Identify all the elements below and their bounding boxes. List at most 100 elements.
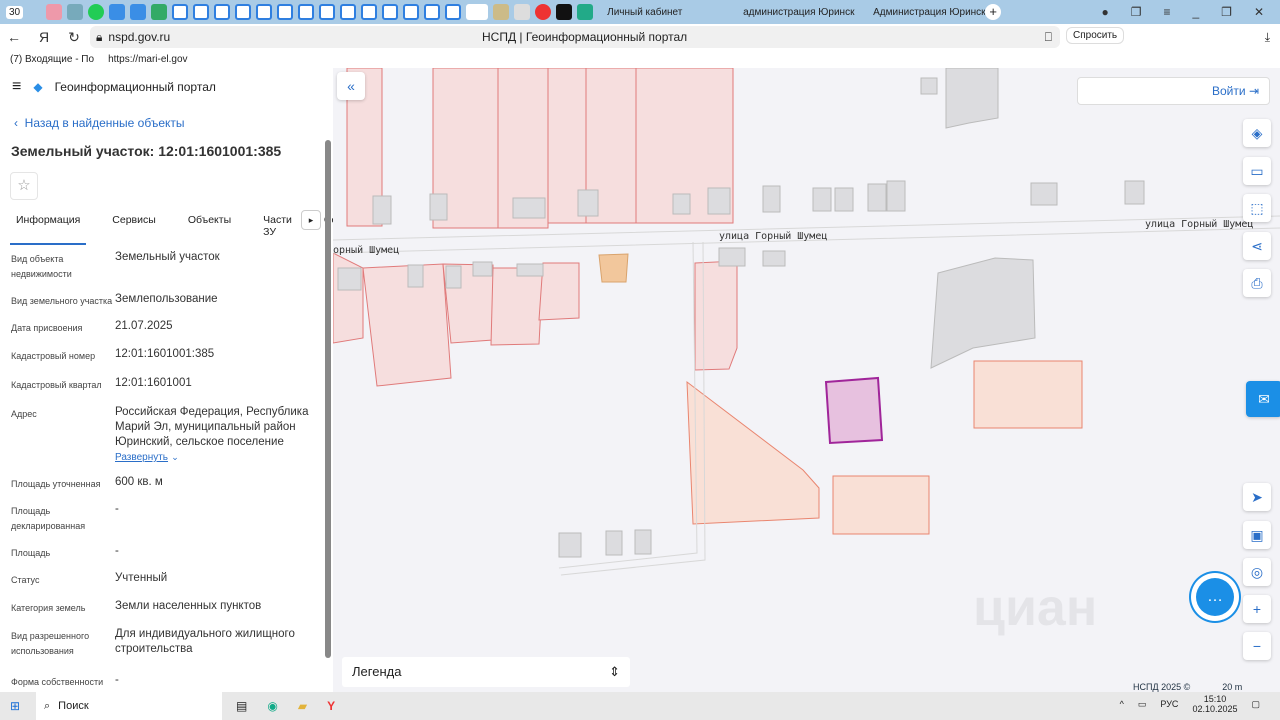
tab-icon[interactable] (66, 4, 83, 20)
tab-info[interactable]: Информация (10, 212, 87, 245)
active-tab-icon[interactable] (465, 4, 488, 20)
tab-admin-1[interactable]: администрация Юринск (725, 0, 855, 24)
mail-tab-icon[interactable] (360, 4, 377, 20)
url-field[interactable]: 🔒︎ nspd.gov.ru НСПД | Геоинформационный по… (90, 26, 1060, 48)
mail-tab-icon[interactable] (402, 4, 419, 20)
chat-button[interactable]: … (1196, 578, 1234, 616)
windows-start-icon[interactable]: ⊞ (10, 699, 20, 713)
mail-tab-icon[interactable] (318, 4, 335, 20)
menu-icon[interactable]: ≡ (1163, 5, 1170, 19)
field-row: Площадь декларированная - (11, 502, 321, 534)
mail-tab-icon[interactable] (213, 4, 230, 20)
network-icon[interactable]: ▭ (1138, 699, 1147, 710)
minimap-button[interactable]: ▣ (1243, 521, 1271, 549)
bookmark-icon[interactable]: ⎕ (1045, 30, 1052, 45)
tab-icon[interactable] (492, 4, 509, 20)
address-value: Российская Федерация, Республика Марий Э… (115, 405, 321, 465)
favorite-star-button[interactable]: ☆ (10, 172, 38, 200)
mail-tab-icon[interactable] (255, 4, 272, 20)
mail-tab-icon[interactable] (381, 4, 398, 20)
tab-icon[interactable] (513, 4, 530, 20)
select-area-button[interactable]: ⬚ (1243, 194, 1271, 222)
share-button[interactable]: ⋖ (1243, 232, 1271, 260)
tab-icon[interactable] (129, 4, 146, 20)
mail-tab-icon[interactable] (444, 4, 461, 20)
new-tab-button[interactable]: + (985, 4, 1002, 20)
back-arrow-icon[interactable]: ← (4, 29, 24, 45)
minimize-button[interactable]: _ (1192, 5, 1199, 19)
tab-admin-2[interactable]: Администрация Юринск (855, 0, 985, 24)
building-orange (598, 253, 629, 283)
download-icon[interactable]: ⤓ (1265, 30, 1270, 45)
tab-personal-cabinet[interactable]: Личный кабинет (595, 0, 725, 24)
panel-header: ≡ ◆ Геоинформационный портал (12, 78, 216, 96)
mail-tab-icon[interactable] (276, 4, 293, 20)
field-label: Статус (11, 575, 40, 585)
selected-parcel[interactable] (824, 376, 884, 445)
tab-icon[interactable] (108, 4, 125, 20)
layers-button[interactable]: ◈ (1243, 119, 1271, 147)
taskbar-search[interactable]: ⌕ Поиск (36, 692, 222, 720)
mail-tab-icon[interactable] (171, 4, 188, 20)
language[interactable]: РУС (1160, 699, 1178, 709)
close-button[interactable]: ✕ (1254, 5, 1264, 19)
tab-objects[interactable]: Объекты (182, 212, 237, 245)
yandex-tab-icon[interactable] (534, 4, 551, 20)
taskbar: ⊞ ⌕ Поиск ▤ ◉ ▰ Y ^ ▭ РУС 15:10 02.10.2025 ▢ (0, 692, 1280, 720)
road-side (558, 241, 706, 576)
reload-icon[interactable]: ↻ (64, 29, 84, 46)
chevron-down-icon[interactable]: ⌄ (171, 452, 179, 462)
mail-tab-icon[interactable] (297, 4, 314, 20)
info-panel: ≡ ◆ Геоинформационный портал ‹ Назад в най… (0, 68, 333, 692)
clock[interactable]: 15:10 02.10.2025 (1192, 694, 1237, 714)
yandex-home-icon[interactable]: Я (34, 29, 54, 45)
mail-tab-icon[interactable] (234, 4, 251, 20)
collections-icon[interactable]: ❐ (1131, 5, 1142, 19)
field-label: Категория земель (11, 603, 86, 613)
tab-icon[interactable] (576, 4, 593, 20)
zoom-in-button[interactable]: + (1243, 595, 1271, 623)
locate-button[interactable]: ➤ (1243, 483, 1271, 511)
expand-link[interactable]: Развернуть (115, 452, 168, 463)
restore-button[interactable]: ❐ (1221, 5, 1232, 19)
bookmark-mari-el[interactable]: https://mari-el.gov (108, 54, 187, 65)
field-label: Кадастровый номер (11, 351, 96, 361)
mail-tab-icon[interactable] (192, 4, 209, 20)
hamburger-menu-icon[interactable]: ≡ (12, 78, 21, 96)
notifications-icon[interactable]: ▢ (1251, 699, 1260, 710)
zoom-out-button[interactable]: − (1243, 632, 1271, 660)
tab-icon[interactable] (150, 4, 167, 20)
tabs-scroll-right-button[interactable]: ▸ (301, 210, 321, 230)
legend-dropdown[interactable]: Легенда ⇕ (342, 657, 630, 687)
panel-scrollbar[interactable] (325, 140, 331, 658)
tab-parts[interactable]: Части ЗУ (257, 212, 298, 245)
profile-icon[interactable]: ● (1101, 5, 1108, 19)
date: 02.10.2025 (1192, 704, 1238, 714)
collapse-panel-button[interactable]: « (337, 72, 365, 100)
field-row: Категория земель Земли населенных пунктов (11, 599, 321, 616)
whatsapp-tab-icon[interactable] (87, 4, 104, 20)
tab-icon[interactable] (45, 4, 62, 20)
edge-icon[interactable]: ◉ (267, 699, 277, 713)
task-view-icon[interactable]: ▤ (236, 699, 247, 713)
yandex-browser-icon[interactable]: Y (327, 699, 335, 713)
tab-services[interactable]: Сервисы (106, 212, 162, 245)
bookmark-inbox[interactable]: (7) Входящие - По (10, 54, 94, 65)
street-label: улица Горный Шумец (1145, 219, 1254, 230)
tab-label: Администрация Юринск (873, 6, 986, 18)
mail-tab-icon[interactable] (339, 4, 356, 20)
explorer-icon[interactable]: ▰ (298, 699, 307, 713)
tab-count[interactable]: 30 (6, 5, 24, 19)
login-button[interactable]: Войти ⇥ (1077, 77, 1270, 105)
print-button[interactable]: ⎙ (1243, 269, 1271, 297)
chevron-up-icon[interactable]: ^ (1120, 699, 1124, 709)
tab-icon[interactable] (555, 4, 572, 20)
support-chat-icon[interactable]: ✉ (1246, 381, 1280, 417)
window-controls: ● ❐ ≡ _ ❐ ✕ (1101, 0, 1280, 24)
ask-button[interactable]: Спросить (1066, 27, 1125, 44)
mail-tab-icon[interactable] (423, 4, 440, 20)
back-link[interactable]: ‹ Назад в найденные объекты (14, 116, 185, 130)
ruler-button[interactable]: ▭ (1243, 157, 1271, 185)
geolocation-button[interactable]: ◎ (1243, 558, 1271, 586)
map-view[interactable]: улица Горный Шумец улица Горный Шумец ор… (333, 68, 1280, 692)
